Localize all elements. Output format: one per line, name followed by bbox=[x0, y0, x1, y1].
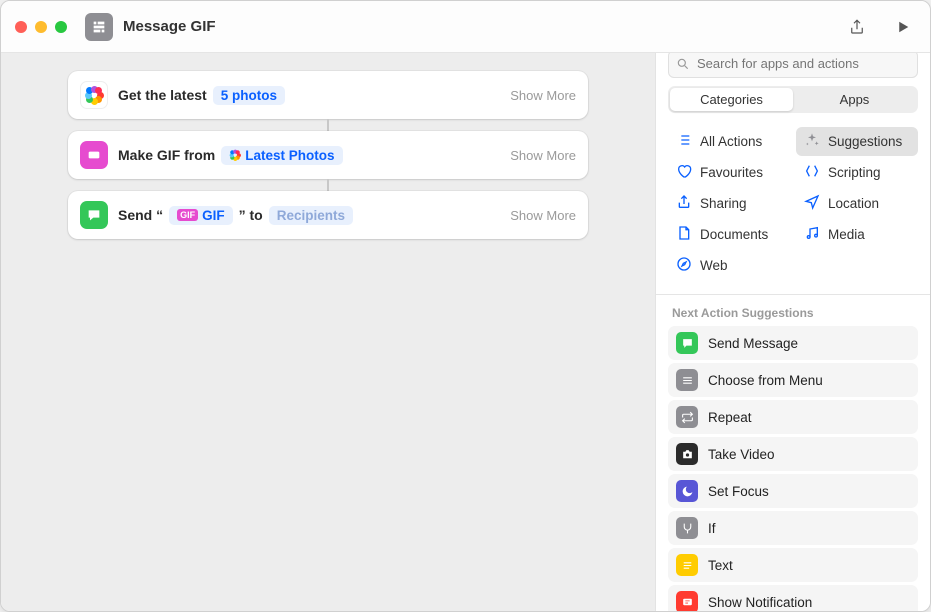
photos-icon bbox=[80, 81, 108, 109]
gif-icon bbox=[80, 141, 108, 169]
segment-categories[interactable]: Categories bbox=[670, 88, 793, 111]
suggestion-choose-from-menu[interactable]: Choose from Menu bbox=[668, 363, 918, 397]
moon-icon bbox=[676, 480, 698, 502]
bell-icon bbox=[676, 591, 698, 611]
show-more-button[interactable]: Show More bbox=[510, 148, 576, 163]
search-input[interactable] bbox=[668, 53, 918, 78]
suggestion-take-video[interactable]: Take Video bbox=[668, 437, 918, 471]
category-media[interactable]: Media bbox=[796, 220, 918, 249]
category-all[interactable]: All Actions bbox=[668, 127, 790, 156]
show-more-button[interactable]: Show More bbox=[510, 208, 576, 223]
brackets-icon bbox=[804, 163, 820, 182]
category-documents[interactable]: Documents bbox=[668, 220, 790, 249]
action-text: Make GIF from Latest Photos bbox=[118, 146, 343, 165]
suggestion-if[interactable]: If bbox=[668, 511, 918, 545]
arrow-icon bbox=[804, 194, 820, 213]
camera-icon bbox=[676, 443, 698, 465]
share-icon bbox=[676, 194, 692, 213]
window-title: Message GIF bbox=[123, 18, 216, 35]
suggestion-send-message[interactable]: Send Message bbox=[668, 326, 918, 360]
library-search[interactable] bbox=[668, 53, 918, 78]
titlebar: Message GIF bbox=[1, 1, 930, 53]
suggestion-set-focus[interactable]: Set Focus bbox=[668, 474, 918, 508]
suggestion-text[interactable]: Text bbox=[668, 548, 918, 582]
category-sharing[interactable]: Sharing bbox=[668, 189, 790, 218]
doc-icon bbox=[676, 225, 692, 244]
menu-icon bbox=[676, 369, 698, 391]
category-scripting[interactable]: Scripting bbox=[796, 158, 918, 187]
text-icon bbox=[676, 554, 698, 576]
action-text: Send “ GIFGIF ” toRecipients bbox=[118, 206, 353, 225]
zoom-window[interactable] bbox=[55, 21, 67, 33]
close-window[interactable] bbox=[15, 21, 27, 33]
minimize-window[interactable] bbox=[35, 21, 47, 33]
category-favourites[interactable]: Favourites bbox=[668, 158, 790, 187]
messages-icon bbox=[80, 201, 108, 229]
action-text: Get the latest 5 photos bbox=[118, 86, 285, 105]
branch-icon bbox=[676, 517, 698, 539]
traffic-lights bbox=[15, 21, 67, 33]
library-sidebar: Categories Apps All ActionsSuggestionsFa… bbox=[655, 53, 930, 611]
shortcuts-window: Message GIF Get the latest 5 photos Show… bbox=[0, 0, 931, 612]
action-token-recipients[interactable]: Recipients bbox=[269, 206, 353, 225]
action-token[interactable]: GIFGIF bbox=[169, 206, 233, 225]
music-icon bbox=[804, 225, 820, 244]
suggestion-repeat[interactable]: Repeat bbox=[668, 400, 918, 434]
segment-apps[interactable]: Apps bbox=[793, 88, 916, 111]
share-button[interactable] bbox=[844, 14, 870, 40]
sparkle-icon bbox=[804, 132, 820, 151]
shortcut-icon bbox=[85, 13, 113, 41]
action-gif[interactable]: Make GIF from Latest Photos Show More bbox=[68, 131, 588, 179]
search-icon bbox=[676, 57, 690, 71]
category-location[interactable]: Location bbox=[796, 189, 918, 218]
suggestions-header: Next Action Suggestions bbox=[656, 302, 930, 326]
suggestion-show-notification[interactable]: Show Notification bbox=[668, 585, 918, 611]
category-web[interactable]: Web bbox=[668, 251, 790, 280]
list-icon bbox=[676, 132, 692, 151]
category-suggestions[interactable]: Suggestions bbox=[796, 127, 918, 156]
action-token[interactable]: 5 photos bbox=[213, 86, 285, 105]
safari-icon bbox=[676, 256, 692, 275]
run-button[interactable] bbox=[890, 14, 916, 40]
show-more-button[interactable]: Show More bbox=[510, 88, 576, 103]
bubble-icon bbox=[676, 332, 698, 354]
library-segments: Categories Apps bbox=[668, 86, 918, 113]
workflow-editor[interactable]: Get the latest 5 photos Show More Make G… bbox=[1, 53, 655, 611]
action-token[interactable]: Latest Photos bbox=[221, 146, 342, 165]
heart-icon bbox=[676, 163, 692, 182]
action-messages[interactable]: Send “ GIFGIF ” toRecipients Show More bbox=[68, 191, 588, 239]
repeat-icon bbox=[676, 406, 698, 428]
action-photos[interactable]: Get the latest 5 photos Show More bbox=[68, 71, 588, 119]
